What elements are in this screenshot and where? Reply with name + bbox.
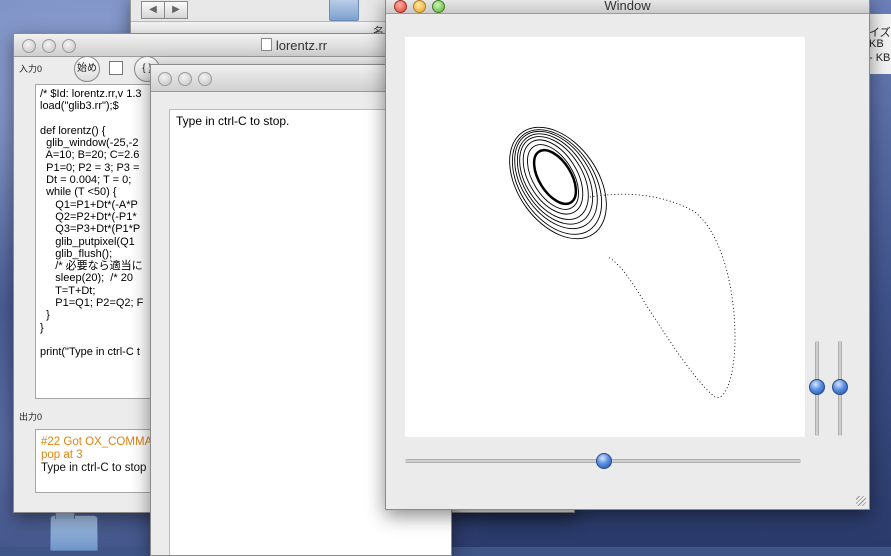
minimize-icon[interactable]: [178, 72, 192, 86]
code-text: /* $Id: lorentz.rr,v 1.3 load("glib3.rr"…: [40, 88, 144, 359]
option-checkbox[interactable]: [109, 61, 123, 75]
resize-grip-icon[interactable]: [856, 496, 866, 506]
back-icon[interactable]: ◀: [141, 1, 165, 19]
document-icon: [260, 38, 272, 51]
output-label: 出力0: [19, 412, 43, 422]
horizontal-slider-knob[interactable]: [596, 453, 612, 469]
graphics-titlebar[interactable]: Window: [386, 0, 869, 14]
code-editor[interactable]: /* $Id: lorentz.rr,v 1.3 load("glib3.rr"…: [35, 84, 157, 399]
start-button[interactable]: 始め: [74, 56, 100, 82]
folder-icon[interactable]: [50, 510, 98, 551]
input-label: 入力0: [19, 64, 43, 74]
graphics-window: Window: [385, 0, 870, 510]
output-line: #22 Got OX_COMMA: [41, 436, 153, 448]
editor-title-text: lorentz.rr: [275, 38, 328, 53]
vertical-slider-1-knob[interactable]: [809, 379, 825, 395]
output-line: pop at 3: [41, 449, 83, 461]
close-icon[interactable]: [158, 72, 172, 86]
plot-canvas[interactable]: [405, 37, 805, 437]
finder-size-value: KB: [869, 38, 884, 50]
finder-size-value: - KB: [869, 52, 891, 64]
vertical-slider-2-knob[interactable]: [832, 379, 848, 395]
lorentz-attractor-plot: [509, 126, 736, 399]
output-area[interactable]: #22 Got OX_COMMA pop at 3 Type in ctrl-C…: [35, 429, 157, 493]
output-line: Type in ctrl-C to stop: [41, 462, 147, 474]
attractor-curve: [509, 126, 736, 399]
forward-icon[interactable]: ▶: [164, 1, 188, 19]
folder-toolbar-icon[interactable]: [329, 0, 359, 21]
zoom-icon[interactable]: [198, 72, 212, 86]
graphics-title: Window: [604, 0, 651, 13]
